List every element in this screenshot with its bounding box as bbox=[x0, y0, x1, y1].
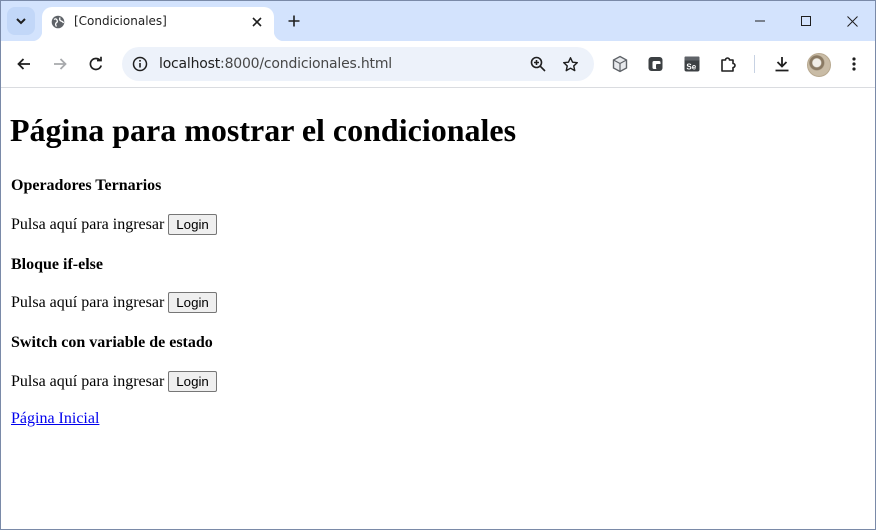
tab-title: [Condicionales] bbox=[74, 14, 167, 28]
selenium-icon: Se bbox=[684, 56, 700, 72]
more-vert-icon bbox=[852, 57, 856, 71]
download-icon bbox=[775, 57, 789, 72]
tab-search-button[interactable] bbox=[7, 7, 35, 35]
login-prompt-text: Pulsa aquí para ingresar bbox=[11, 372, 165, 390]
reload-icon bbox=[89, 56, 103, 71]
close-icon bbox=[846, 15, 858, 27]
section-heading-if-else: Bloque if-else bbox=[11, 256, 103, 273]
login-prompt-text: Pulsa aquí para ingresar bbox=[11, 293, 165, 311]
extension-cube-button[interactable] bbox=[608, 52, 632, 76]
tab-strip: [Condicionales] bbox=[1, 1, 875, 41]
url-host: localhost bbox=[159, 56, 221, 72]
login-prompt-text: Pulsa aquí para ingresar bbox=[11, 215, 165, 233]
home-link[interactable]: Página Inicial bbox=[11, 410, 99, 428]
close-icon bbox=[252, 17, 262, 27]
plus-icon bbox=[288, 15, 300, 27]
login-button-ternarios[interactable]: Login bbox=[168, 214, 217, 235]
globe-icon bbox=[51, 15, 65, 29]
active-tab[interactable]: [Condicionales] bbox=[32, 7, 284, 41]
site-info-button[interactable] bbox=[130, 54, 150, 74]
browser-toolbar: localhost:8000/condicionales.html Se bbox=[1, 41, 875, 88]
menu-button[interactable] bbox=[842, 52, 866, 76]
chevron-down-icon bbox=[16, 18, 26, 25]
reload-button[interactable] bbox=[82, 50, 110, 78]
profile-avatar[interactable] bbox=[807, 53, 831, 77]
address-bar[interactable]: localhost:8000/condicionales.html bbox=[122, 47, 594, 81]
star-icon bbox=[562, 56, 578, 71]
svg-text:Se: Se bbox=[686, 62, 696, 71]
minimize-button[interactable] bbox=[737, 1, 783, 41]
arrow-left-icon bbox=[17, 58, 30, 70]
minimize-icon bbox=[755, 20, 765, 22]
extension-badge-button[interactable] bbox=[644, 52, 668, 76]
forward-button[interactable] bbox=[46, 50, 74, 78]
cube-icon bbox=[612, 55, 628, 73]
login-button-switch[interactable]: Login bbox=[168, 371, 217, 392]
arrow-right-icon bbox=[54, 58, 67, 70]
page-title: Página para mostrar el condicionales bbox=[10, 112, 517, 148]
section-row-ternarios: Pulsa aquí para ingresar Login bbox=[11, 214, 217, 235]
section-heading-ternarios: Operadores Ternarios bbox=[11, 177, 162, 194]
bookmark-button[interactable] bbox=[558, 52, 582, 76]
url-text: localhost:8000/condicionales.html bbox=[159, 56, 392, 72]
back-button[interactable] bbox=[10, 50, 38, 78]
extension-badge-icon bbox=[648, 57, 663, 71]
page-content: Página para mostrar el condicionales Ope… bbox=[1, 88, 875, 529]
tab-close-button[interactable] bbox=[246, 11, 268, 33]
close-window-button[interactable] bbox=[829, 1, 875, 41]
url-path: :8000/condicionales.html bbox=[220, 56, 392, 72]
maximize-icon bbox=[801, 16, 811, 26]
zoom-icon bbox=[530, 56, 546, 72]
maximize-button[interactable] bbox=[783, 1, 829, 41]
new-tab-button[interactable] bbox=[282, 9, 306, 33]
extensions-button[interactable] bbox=[716, 52, 740, 76]
extension-selenium-button[interactable]: Se bbox=[680, 52, 704, 76]
info-icon bbox=[132, 56, 148, 72]
zoom-button[interactable] bbox=[526, 52, 550, 76]
section-row-if-else: Pulsa aquí para ingresar Login bbox=[11, 292, 217, 313]
puzzle-icon bbox=[721, 57, 736, 72]
section-heading-switch: Switch con variable de estado bbox=[11, 334, 213, 351]
browser-window: [Condicionales] localhost:8000/condicion… bbox=[0, 0, 876, 530]
login-button-if-else[interactable]: Login bbox=[168, 292, 217, 313]
section-row-switch: Pulsa aquí para ingresar Login bbox=[11, 371, 217, 392]
downloads-button[interactable] bbox=[770, 52, 794, 76]
toolbar-separator bbox=[754, 55, 755, 73]
